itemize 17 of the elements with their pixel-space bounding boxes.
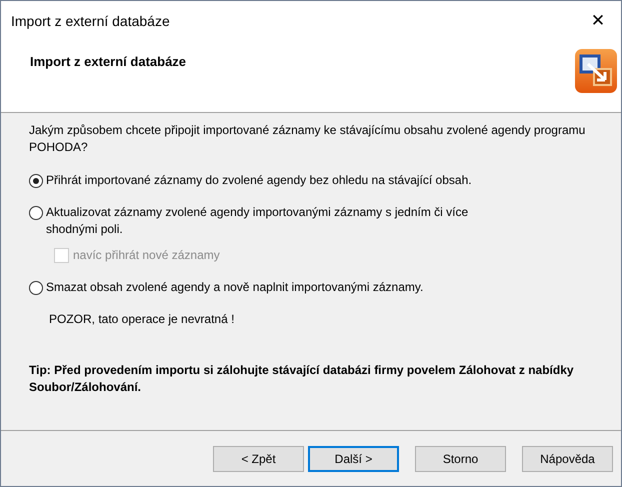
question-text: Jakým způsobem chcete připojit importované záznamy ke stávajícímu obsahu zvolené agendy programu POHODA? <box>29 122 586 156</box>
import-arrows-icon <box>574 48 618 94</box>
radio-button[interactable] <box>29 206 43 220</box>
radio-button[interactable] <box>29 281 43 295</box>
radio-button[interactable] <box>29 174 43 188</box>
page-title: Import z externí databáze <box>30 54 186 69</box>
tip-text: Tip: Před provedením importu si zálohujte stávající databázi firmy povelem Zálohovat z nabídky Soubor/Zálohování. <box>29 362 575 396</box>
option-label: Aktualizovat záznamy zvolené agendy importovanými záznamy s jedním či více shodnými poli. <box>46 204 470 238</box>
window-title: Import z externí databáze <box>11 12 170 28</box>
warning-text: POZOR, tato operace je nevratná ! <box>49 311 236 328</box>
option-label: Přihrát importované záznamy do zvolené agendy bez ohledu na stávající obsah. <box>46 172 473 189</box>
checkbox-label: navíc přihrát nové záznamy <box>73 247 221 264</box>
option-label: Smazat obsah zvolené agendy a nově naplnit importovanými záznamy. <box>46 279 424 296</box>
dialog-button[interactable]: Nápověda <box>522 446 613 472</box>
dialog-button[interactable]: < Zpět <box>213 446 304 472</box>
dialog-button[interactable]: Storno <box>415 446 506 472</box>
dialog-button[interactable]: Další > <box>308 446 399 472</box>
